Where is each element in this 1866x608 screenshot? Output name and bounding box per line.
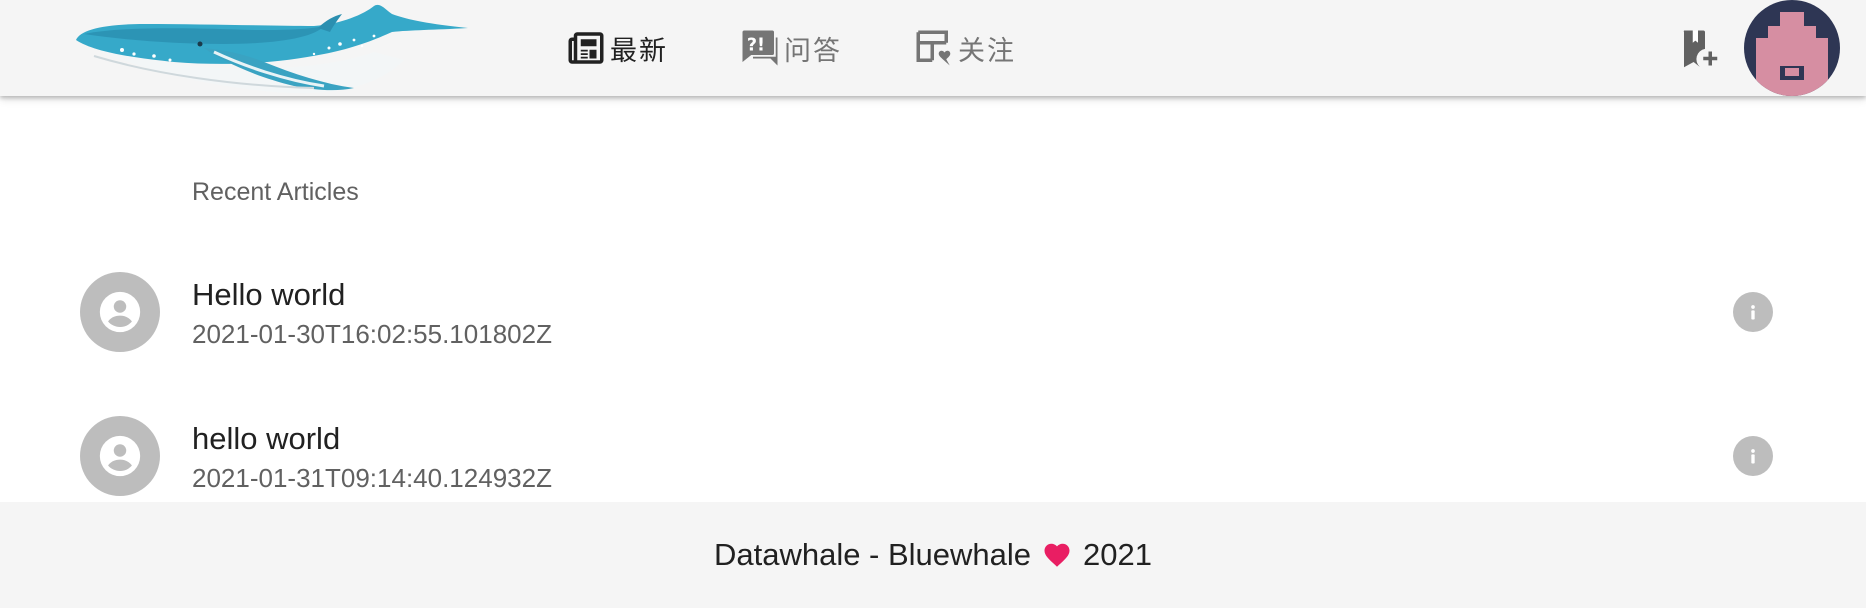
account-circle-icon xyxy=(99,291,141,333)
main-nav: 最新 ?! 问答 关注 xyxy=(564,26,1086,70)
article-timestamp: 2021-01-30T16:02:55.101802Z xyxy=(192,319,552,349)
header-actions xyxy=(1674,0,1840,96)
article-list-item[interactable]: hello world 2021-01-31T09:14:40.124932Z xyxy=(0,401,1866,502)
nav-item-latest[interactable]: 最新 xyxy=(564,26,668,70)
article-info-button[interactable] xyxy=(1733,292,1773,332)
app-header: 最新 ?! 问答 关注 xyxy=(0,0,1866,96)
follow-dashboard-icon xyxy=(912,26,956,70)
whale-logo[interactable] xyxy=(74,0,474,96)
question-answer-icon: ?! xyxy=(738,26,782,70)
info-icon xyxy=(1751,305,1755,320)
app-footer: Datawhale - Bluewhale 2021 xyxy=(0,502,1866,608)
article-timestamp: 2021-01-31T09:14:40.124932Z xyxy=(192,463,552,493)
bookmark-plus-icon xyxy=(1683,30,1718,68)
article-avatar xyxy=(80,416,160,496)
info-icon xyxy=(1751,449,1755,464)
svg-text:?!: ?! xyxy=(747,36,765,56)
footer-brand-text: Datawhale - Bluewhale xyxy=(713,537,1032,572)
article-avatar xyxy=(80,272,160,352)
article-title: hello world xyxy=(192,421,341,456)
user-avatar[interactable] xyxy=(1744,0,1840,96)
nav-item-qa[interactable]: ?! 问答 xyxy=(738,26,842,70)
article-info-button[interactable] xyxy=(1733,436,1773,476)
section-title: Recent Articles xyxy=(192,178,359,206)
account-circle-icon xyxy=(99,435,141,477)
whale-logo-icon xyxy=(76,4,468,94)
footer-year: 2021 xyxy=(1083,537,1153,572)
main-content: Recent Articles Hello world 2021-01-30T1… xyxy=(0,96,1866,502)
nav-item-follow[interactable]: 关注 xyxy=(912,26,1016,70)
nav-label-latest: 最新 xyxy=(610,35,668,67)
new-article-button[interactable] xyxy=(1674,24,1722,72)
article-title: Hello world xyxy=(192,277,346,312)
nav-label-qa: 问答 xyxy=(784,35,842,67)
nav-label-follow: 关注 xyxy=(958,35,1016,67)
identicon-avatar-icon xyxy=(1744,0,1840,96)
heart-icon xyxy=(1041,539,1073,571)
article-list-item[interactable]: Hello world 2021-01-30T16:02:55.101802Z xyxy=(0,257,1866,367)
newspaper-icon xyxy=(564,26,608,70)
